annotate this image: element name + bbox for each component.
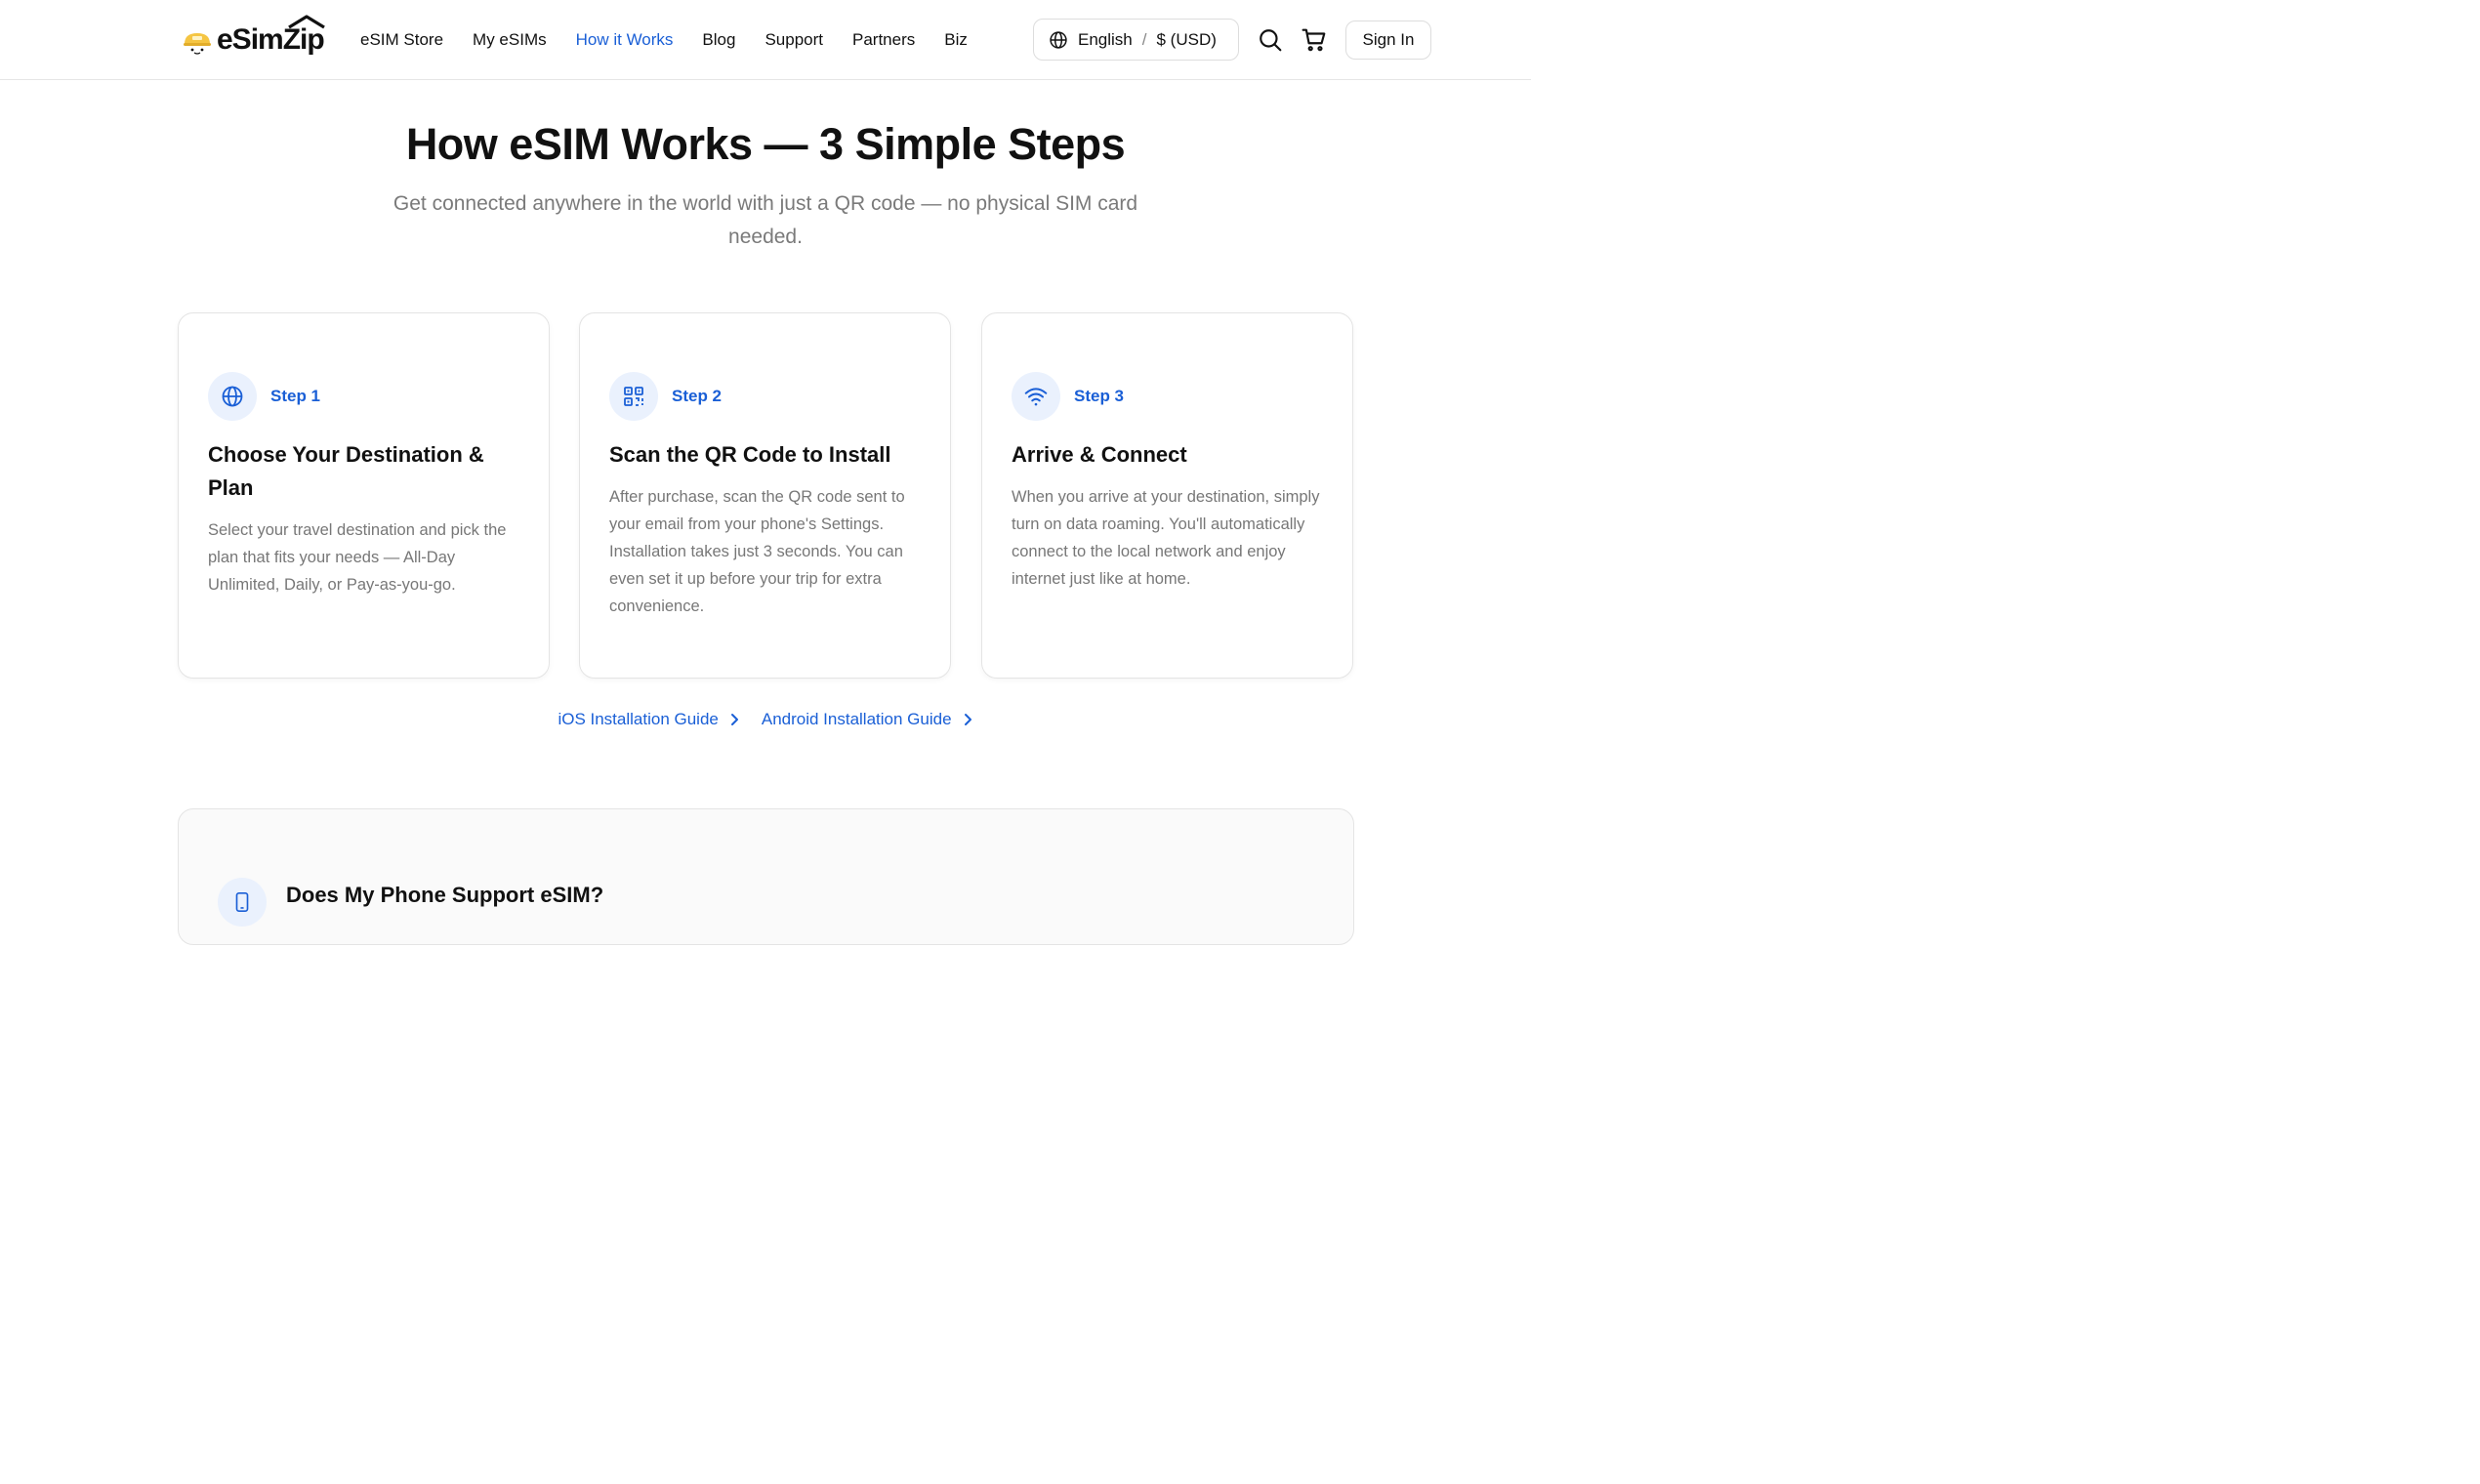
search-icon[interactable] — [1258, 27, 1283, 53]
android-guide-label: Android Installation Guide — [761, 710, 952, 728]
page-subtitle: Get connected anywhere in the world with… — [393, 192, 1138, 248]
step-title: Choose Your Destination & Plan — [208, 442, 484, 500]
device-compatibility-card: Does My Phone Support eSIM? — [178, 808, 1354, 945]
step-description: When you arrive at your destination, sim… — [1012, 488, 1320, 588]
nav-blog[interactable]: Blog — [702, 27, 735, 53]
installation-guide-links: iOS Installation Guide Android Installat… — [0, 707, 1531, 732]
chevron-right-icon — [962, 713, 973, 726]
nav-my-esims[interactable]: My eSIMs — [473, 27, 547, 53]
step-card-2: Step 2 Scan the QR Code to Install After… — [579, 312, 951, 679]
step-title: Scan the QR Code to Install — [609, 442, 891, 467]
ios-guide-label: iOS Installation Guide — [558, 710, 719, 728]
smartphone-icon — [218, 878, 267, 927]
globe-icon — [208, 372, 257, 421]
wifi-icon — [1012, 372, 1060, 421]
step-description: After purchase, scan the QR code sent to… — [609, 488, 905, 615]
main-nav: eSIM Store My eSIMs How it Works Blog Su… — [360, 27, 997, 53]
ios-guide-link[interactable]: iOS Installation Guide — [558, 707, 739, 732]
currency-label: $ (USD) — [1156, 29, 1217, 49]
language-currency-selector[interactable]: English / $ (USD) — [1033, 19, 1239, 61]
qr-code-icon — [609, 372, 658, 421]
globe-icon — [1049, 30, 1068, 50]
language-separator: / — [1141, 29, 1147, 49]
nav-biz[interactable]: Biz — [944, 27, 968, 53]
step-description: Select your travel destination and pick … — [208, 521, 507, 594]
page-title: How eSIM Works — 3 Simple Steps — [405, 119, 1126, 169]
logo-wordmark: eSimZip — [217, 15, 325, 57]
sign-in-button[interactable]: Sign In — [1345, 21, 1431, 60]
language-label: English — [1078, 29, 1133, 49]
step-label: Step 3 — [1074, 387, 1125, 405]
nav-esim-store[interactable]: eSIM Store — [360, 27, 443, 53]
step-title: Arrive & Connect — [1012, 442, 1187, 467]
mascot-icon — [182, 27, 213, 59]
section-title: Does My Phone Support eSIM? — [286, 883, 604, 907]
step-label: Step 2 — [672, 387, 723, 405]
cart-icon[interactable] — [1302, 27, 1327, 53]
android-guide-link[interactable]: Android Installation Guide — [762, 707, 973, 732]
site-header: eSimZip eSIM Store My eSIMs How it Works… — [0, 0, 1531, 80]
roof-icon — [287, 15, 325, 29]
nav-partners[interactable]: Partners — [852, 27, 915, 53]
nav-how-it-works[interactable]: How it Works — [576, 27, 674, 53]
chevron-right-icon — [728, 713, 740, 726]
logo[interactable]: eSimZip — [182, 15, 325, 61]
step-card-3: Step 3 Arrive & Connect When you arrive … — [981, 312, 1353, 679]
nav-support[interactable]: Support — [765, 27, 823, 53]
step-card-1: Step 1 Choose Your Destination & Plan Se… — [178, 312, 550, 679]
step-label: Step 1 — [270, 387, 321, 405]
